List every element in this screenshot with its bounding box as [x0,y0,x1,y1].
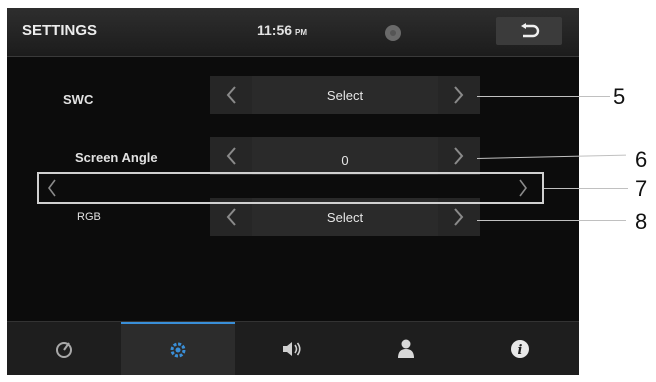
screen-angle-label: Screen Angle [75,150,158,165]
chevron-right-icon [454,208,464,226]
status-indicator-icon [385,25,401,41]
highlight-frame [37,172,544,204]
tab-gauge[interactable] [7,322,121,375]
screen-angle-prev-button[interactable] [210,137,252,175]
callout-line-8 [477,220,626,221]
swc-next-button[interactable] [438,76,480,114]
rgb-label: RGB [77,211,101,223]
callout-line-5 [477,96,610,97]
user-icon [398,339,414,358]
swc-value: Select [252,76,438,114]
bottom-tab-bar: i [7,321,579,375]
chevron-right-icon [519,179,527,197]
callout-line-7 [544,188,628,189]
swc-label: SWC [63,92,94,107]
tab-audio[interactable] [235,322,349,375]
clock-ampm: PM [295,28,308,37]
info-icon: i [511,340,529,358]
callout-6: 6 [635,147,648,172]
screen-angle-next-button[interactable] [438,137,480,175]
clock-time: 11:56 [257,22,293,38]
back-button[interactable] [496,17,562,45]
chevron-right-icon [454,86,464,104]
chevron-left-icon [226,147,236,165]
gauge-icon [56,342,72,358]
top-bar: SETTINGS 11:56 PM [7,8,579,57]
callout-7: 7 [635,176,648,201]
tab-user[interactable] [349,322,463,375]
callout-8: 8 [635,209,648,234]
return-icon [521,23,540,38]
screen-angle-value: 0 [252,137,438,175]
callout-5: 5 [613,84,626,109]
swc-stepper[interactable]: Select [210,76,480,114]
tab-settings[interactable] [121,322,235,375]
chevron-left-icon [226,86,236,104]
chevron-left-icon [226,208,236,226]
screen-angle-stepper[interactable]: 0 [210,137,480,175]
gear-icon [170,342,186,358]
speaker-icon [283,342,301,356]
clock: 11:56 PM [257,22,307,38]
tab-info[interactable]: i [463,322,577,375]
svg-text:i: i [518,343,523,358]
chevron-left-icon [48,179,56,197]
swc-prev-button[interactable] [210,76,252,114]
page-title: SETTINGS [22,22,98,39]
chevron-right-icon [454,147,464,165]
